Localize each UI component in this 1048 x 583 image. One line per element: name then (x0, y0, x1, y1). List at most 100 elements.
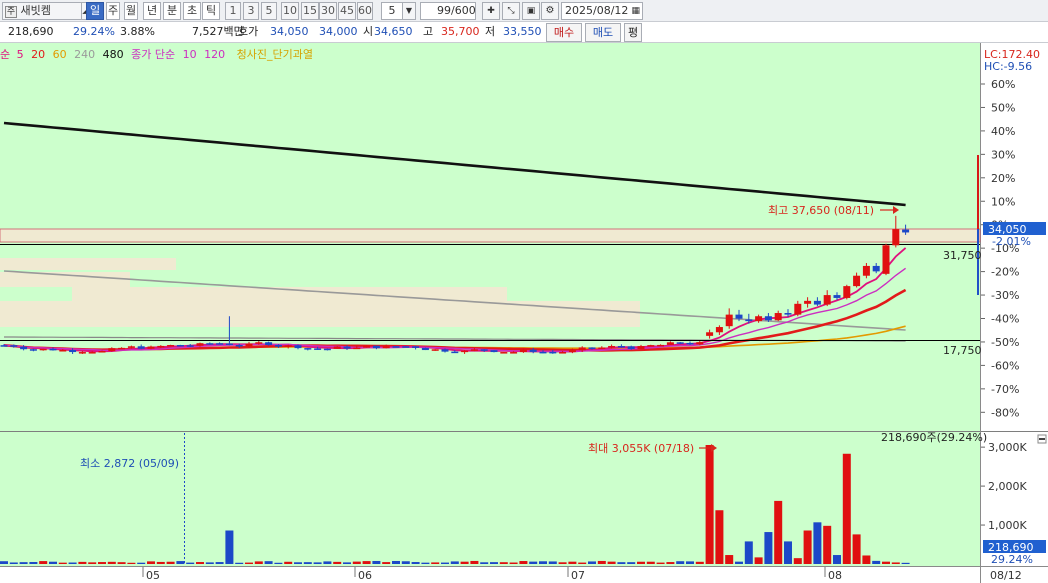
volume-bar[interactable] (441, 562, 449, 564)
volume-bar[interactable] (490, 562, 498, 564)
period-tab-2[interactable]: 월 (124, 2, 138, 20)
volume-bar[interactable] (460, 561, 469, 564)
volume-bar[interactable] (78, 561, 87, 564)
candle-body[interactable] (304, 348, 312, 350)
volume-bar[interactable] (431, 562, 440, 564)
candle-body[interactable] (853, 275, 861, 287)
candle-body[interactable] (441, 349, 449, 352)
candle-body[interactable] (137, 346, 145, 349)
volume-bar[interactable] (254, 561, 263, 564)
candle-body[interactable] (519, 349, 527, 353)
volume-bar[interactable] (450, 561, 459, 564)
candle-body[interactable] (823, 295, 831, 305)
candle-body[interactable] (902, 229, 910, 233)
candle-body[interactable] (862, 265, 870, 276)
volume-bar[interactable] (382, 562, 391, 564)
candle-body[interactable] (745, 319, 753, 322)
volume-bar[interactable] (548, 561, 557, 564)
volume-bar[interactable] (529, 561, 538, 564)
volume-bar[interactable] (499, 562, 508, 564)
volume-bar[interactable] (901, 562, 910, 564)
period-tab-5[interactable]: 초 (183, 2, 201, 20)
candle-body[interactable] (88, 352, 96, 354)
candle-body[interactable] (0, 345, 8, 347)
candle-body[interactable] (774, 313, 782, 321)
buy-button[interactable]: 매수 (546, 23, 582, 42)
candle-body[interactable] (167, 345, 175, 347)
volume-bar[interactable] (656, 562, 665, 564)
volume-bar[interactable] (205, 562, 214, 564)
candle-body[interactable] (657, 344, 665, 347)
candle-body[interactable] (196, 343, 204, 346)
candle-body[interactable] (108, 348, 116, 352)
volume-bar[interactable] (313, 562, 322, 564)
volume-bar[interactable] (372, 560, 381, 564)
volume-bar[interactable] (646, 561, 655, 564)
candle-body[interactable] (29, 349, 37, 351)
candle-body[interactable] (539, 351, 547, 354)
candle-body[interactable] (284, 345, 292, 347)
volume-bar[interactable] (872, 560, 881, 564)
interval-button-3[interactable]: 3 (243, 2, 259, 20)
count-field[interactable]: 99/600 (420, 2, 476, 20)
candle-body[interactable] (412, 346, 420, 348)
candle-body[interactable] (20, 346, 28, 350)
volume-bar[interactable] (29, 562, 38, 564)
volume-bar[interactable] (784, 541, 792, 564)
volume-bar[interactable] (588, 561, 596, 564)
volume-bar[interactable] (519, 561, 528, 564)
candle-body[interactable] (813, 300, 821, 305)
candle-body[interactable] (127, 346, 135, 348)
volume-bar[interactable] (862, 555, 871, 564)
interval-button-10[interactable]: 10 (281, 2, 299, 20)
candle-body[interactable] (892, 229, 900, 246)
volume-bar[interactable] (196, 562, 204, 564)
volume-bar[interactable] (558, 562, 567, 564)
candle-body[interactable] (382, 346, 390, 349)
volume-bar[interactable] (764, 532, 773, 564)
candle-body[interactable] (10, 345, 18, 347)
volume-plot-area[interactable] (0, 432, 980, 566)
volume-bar[interactable] (891, 562, 900, 564)
volume-bar[interactable] (882, 561, 890, 564)
candle-body[interactable] (186, 345, 194, 347)
period-tab-3[interactable]: 년 (143, 2, 161, 20)
volume-bar[interactable] (49, 561, 57, 564)
volume-bar[interactable] (509, 562, 518, 564)
candle-body[interactable] (245, 343, 253, 347)
candle-body[interactable] (451, 351, 459, 354)
candle-body[interactable] (725, 314, 733, 327)
candle-body[interactable] (274, 344, 282, 347)
candle-body[interactable] (421, 347, 429, 351)
volume-bar[interactable] (695, 561, 704, 564)
candle-body[interactable] (343, 346, 351, 349)
volume-bar[interactable] (852, 534, 861, 564)
volume-bar[interactable] (597, 560, 606, 564)
candle-body[interactable] (157, 345, 165, 348)
period-tab-6[interactable]: 틱 (202, 2, 220, 20)
volume-bar[interactable] (715, 510, 724, 564)
volume-bar[interactable] (411, 562, 420, 564)
candle-body[interactable] (510, 352, 518, 354)
volume-bar[interactable] (578, 562, 587, 564)
interval-button-5[interactable]: 5 (261, 2, 277, 20)
volume-bar[interactable] (215, 562, 224, 564)
volume-bar[interactable] (127, 562, 136, 564)
interval-button-1[interactable]: 1 (225, 2, 241, 20)
candle-body[interactable] (59, 350, 67, 352)
candle-body[interactable] (666, 342, 674, 345)
volume-bar[interactable] (774, 500, 783, 564)
volume-bar[interactable] (98, 562, 106, 564)
volume-bar[interactable] (362, 561, 371, 564)
candle-body[interactable] (588, 347, 596, 349)
period-tab-1[interactable]: 주 (106, 2, 120, 20)
volume-bar[interactable] (39, 561, 48, 564)
candle-body[interactable] (549, 351, 557, 354)
candle-body[interactable] (706, 332, 714, 336)
candle-body[interactable] (147, 346, 155, 349)
candle-body[interactable] (568, 350, 576, 353)
candle-body[interactable] (559, 352, 567, 354)
calendar-icon[interactable]: ▦ (631, 3, 640, 19)
volume-bar[interactable] (421, 562, 430, 564)
volume-bar[interactable] (186, 562, 195, 564)
